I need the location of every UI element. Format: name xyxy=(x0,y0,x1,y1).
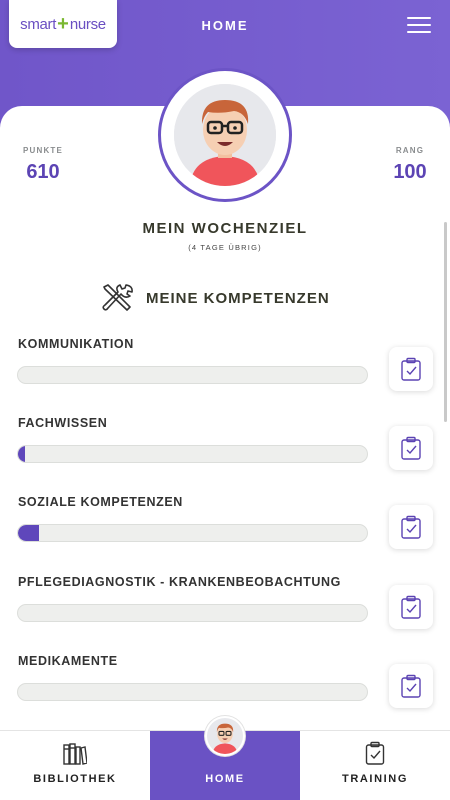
clipboard-check-icon xyxy=(401,595,421,619)
library-icon xyxy=(63,743,87,765)
competency-name: MEDIKAMENTE xyxy=(18,654,118,668)
progress-fill xyxy=(18,446,25,462)
points-value: 610 xyxy=(26,161,60,183)
nav-label-training: TRAINING xyxy=(342,773,408,785)
points-stat: PUNKTE 610 xyxy=(20,146,66,184)
clipboard-button[interactable] xyxy=(389,426,433,470)
points-label: PUNKTE xyxy=(22,146,64,155)
competency-name: KOMMUNIKATION xyxy=(18,337,134,351)
progress-bar xyxy=(17,445,368,463)
nav-label-home: HOME xyxy=(205,773,245,785)
avatar[interactable] xyxy=(174,84,276,186)
clipboard-check-icon xyxy=(401,436,421,460)
competency-row[interactable]: KOMMUNIKATION xyxy=(0,337,450,417)
progress-fill xyxy=(18,525,39,541)
rank-label: RANG xyxy=(395,146,425,155)
clipboard-button[interactable] xyxy=(389,347,433,391)
competency-row[interactable]: FACHWISSEN xyxy=(0,416,450,496)
competency-name: PFLEGEDIAGNOSTIK - KRANKENBEOBACHTUNG xyxy=(18,575,341,589)
page-title: HOME xyxy=(201,18,249,33)
progress-bar xyxy=(17,604,368,622)
competencies-header: MEINE KOMPETENZEN xyxy=(100,283,330,313)
clipboard-check-icon xyxy=(401,357,421,381)
clipboard-check-icon xyxy=(401,674,421,698)
competency-name: FACHWISSEN xyxy=(18,416,108,430)
nav-item-library[interactable]: BIBLIOTHEK xyxy=(0,731,150,800)
progress-bar xyxy=(17,683,368,701)
scrollbar[interactable] xyxy=(444,222,447,422)
nav-avatar[interactable] xyxy=(205,716,245,756)
avatar-icon xyxy=(207,718,243,754)
hamburger-menu-icon[interactable] xyxy=(407,17,431,35)
progress-bar xyxy=(17,366,368,384)
clipboard-button[interactable] xyxy=(389,505,433,549)
clipboard-check-icon xyxy=(401,515,421,539)
clipboard-icon xyxy=(365,741,385,765)
rank-value: 100 xyxy=(393,161,427,183)
clipboard-button[interactable] xyxy=(389,585,433,629)
rank-stat: RANG 100 xyxy=(390,146,430,184)
nav-item-training[interactable]: TRAINING xyxy=(300,731,450,800)
avatar-icon xyxy=(174,84,276,186)
competencies-title: MEINE KOMPETENZEN xyxy=(146,289,330,307)
weekly-goal-subtitle: (4 TAGE ÜBRIG) xyxy=(188,243,262,252)
progress-bar xyxy=(17,524,368,542)
weekly-goal-title: MEIN WOCHENZIEL xyxy=(142,220,308,237)
competency-name: SOZIALE KOMPETENZEN xyxy=(18,495,183,509)
tools-icon xyxy=(102,284,133,311)
competency-row[interactable]: SOZIALE KOMPETENZEN xyxy=(0,495,450,575)
competency-row[interactable]: PFLEGEDIAGNOSTIK - KRANKENBEOBACHTUNG xyxy=(0,575,450,655)
clipboard-button[interactable] xyxy=(389,664,433,708)
nav-label-library: BIBLIOTHEK xyxy=(33,773,117,785)
